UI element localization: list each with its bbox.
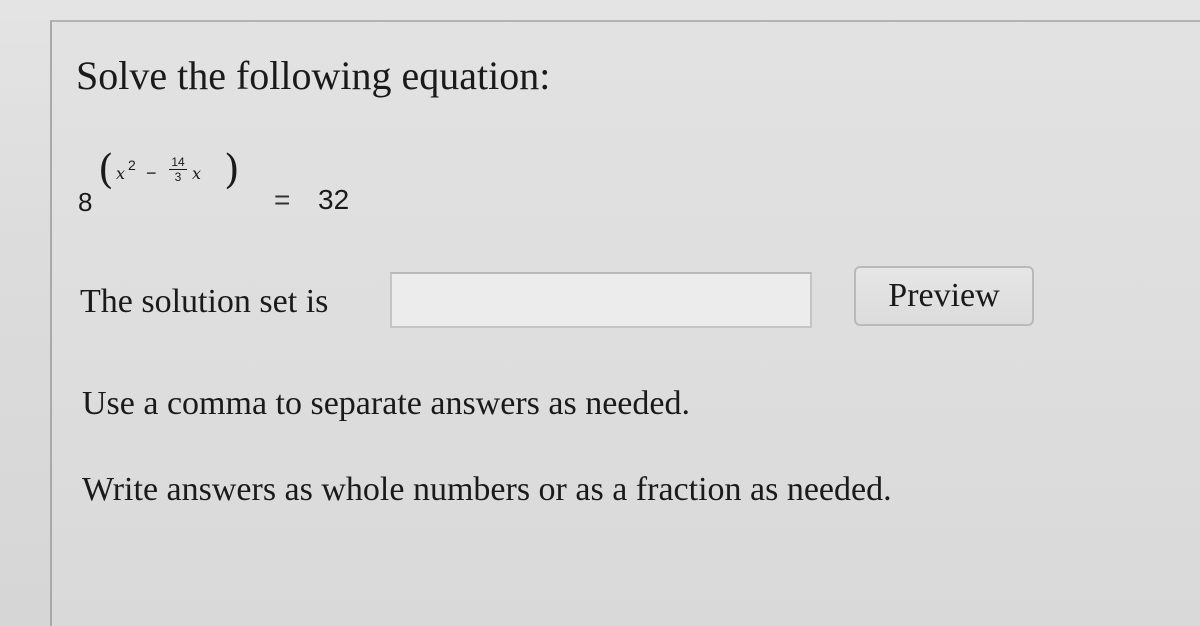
equation: 8 ( x 2 − 14 3 x ) = 32 (78, 150, 398, 220)
equation-right-hand-side: 32 (318, 184, 350, 215)
exponent-right-paren: ) (224, 147, 240, 193)
fraction-numerator: 14 (171, 155, 185, 169)
exponent-power: 2 (128, 157, 136, 173)
answer-label: The solution set is (80, 283, 329, 320)
exponent-fraction: 14 3 (168, 156, 188, 183)
exponent-left-paren: ( (98, 147, 114, 193)
equation-base: 8 (78, 187, 93, 217)
preview-button[interactable]: Preview (854, 266, 1034, 326)
exponent-operator: − (146, 163, 157, 183)
question-title: Solve the following equation: (76, 53, 551, 98)
instruction-format: Write answers as whole numbers or as a f… (82, 471, 892, 508)
instruction-separator: Use a comma to separate answers as neede… (82, 385, 690, 422)
solution-set-input[interactable] (390, 272, 812, 328)
equals-sign: = (274, 184, 291, 215)
exponent-variable-2: x (192, 164, 202, 183)
fraction-denominator: 3 (174, 170, 182, 184)
exponent-variable: x (116, 164, 126, 183)
